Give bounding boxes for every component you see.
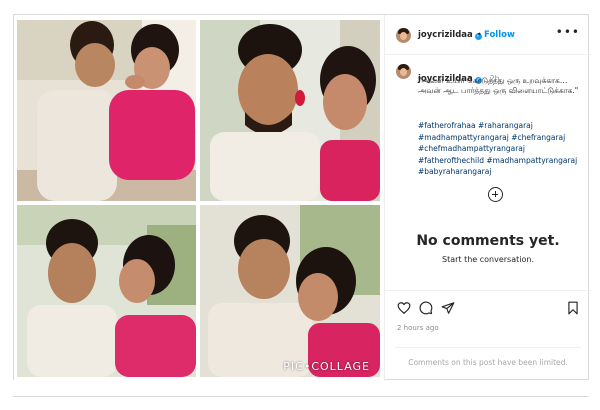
post-sidebar: joycrizildaa ✓ • Follow ••• joycrizildaa ✓… — [384, 15, 591, 381]
start-conversation-text: Start the conversation. — [441, 255, 534, 264]
add-comment-plus-icon[interactable] — [488, 187, 503, 202]
header-username[interactable]: joycrizildaa ✓ — [418, 30, 482, 40]
post-time-ago: 2 hours ago — [397, 324, 439, 332]
couple-photo-1-image — [17, 20, 196, 201]
bookmark-icon[interactable] — [566, 301, 580, 315]
post-media-collage[interactable]: PIC•COLLAGE — [14, 15, 384, 381]
hashtag-link[interactable]: #babyraharangaraj — [418, 167, 491, 176]
follow-button[interactable]: Follow — [484, 30, 515, 40]
avatar[interactable] — [396, 28, 411, 43]
hashtag-link[interactable]: #madhampattyrangaraj — [486, 156, 577, 165]
comments-limited-notice: Comments on this post have been limited. — [395, 347, 581, 367]
couple-photo-4-image — [200, 205, 380, 377]
caption-hashtags: #fatherofrahaa #raharangaraj #madhampatt… — [418, 120, 590, 178]
hashtag-link[interactable]: #fatherofrahaa — [418, 121, 476, 130]
collage-watermark: PIC•COLLAGE — [283, 360, 370, 373]
hashtag-link[interactable]: #chefrangaraj — [511, 133, 565, 142]
paper-plane-icon[interactable] — [441, 301, 455, 315]
more-horizontal-icon[interactable]: ••• — [556, 25, 580, 39]
caption-text: "அவள் உயிர் கொடுத்தது ஒரு உறவுக்காக… அவன… — [418, 76, 579, 95]
comment-icon[interactable] — [419, 301, 433, 315]
collage-photo-1 — [17, 20, 196, 201]
couple-photo-3-image — [17, 205, 196, 377]
hashtag-link[interactable]: #chefmadhampattyrangaraj — [418, 144, 525, 153]
instagram-post: PIC•COLLAGE joycrizildaa ✓ • Follow ••• j… — [13, 14, 591, 381]
header-separator: • — [477, 30, 482, 39]
collage-photo-4: PIC•COLLAGE — [200, 205, 380, 377]
collage-photo-2 — [200, 20, 380, 201]
collage-photo-3 — [17, 205, 196, 377]
post-actions: 2 hours ago Comments on this post have b… — [385, 290, 591, 381]
hashtag-link[interactable]: #fatherofthechild — [418, 156, 484, 165]
heart-icon[interactable] — [397, 301, 411, 315]
caption-avatar[interactable] — [396, 64, 411, 79]
couple-photo-2-image — [200, 20, 380, 201]
hashtag-link[interactable]: #madhampattyrangaraj — [418, 133, 509, 142]
bottom-divider — [13, 396, 589, 397]
post-header: joycrizildaa ✓ • Follow ••• — [385, 15, 591, 55]
hashtag-link[interactable]: #raharangaraj — [478, 121, 533, 130]
no-comments-title: No comments yet. — [416, 233, 560, 249]
